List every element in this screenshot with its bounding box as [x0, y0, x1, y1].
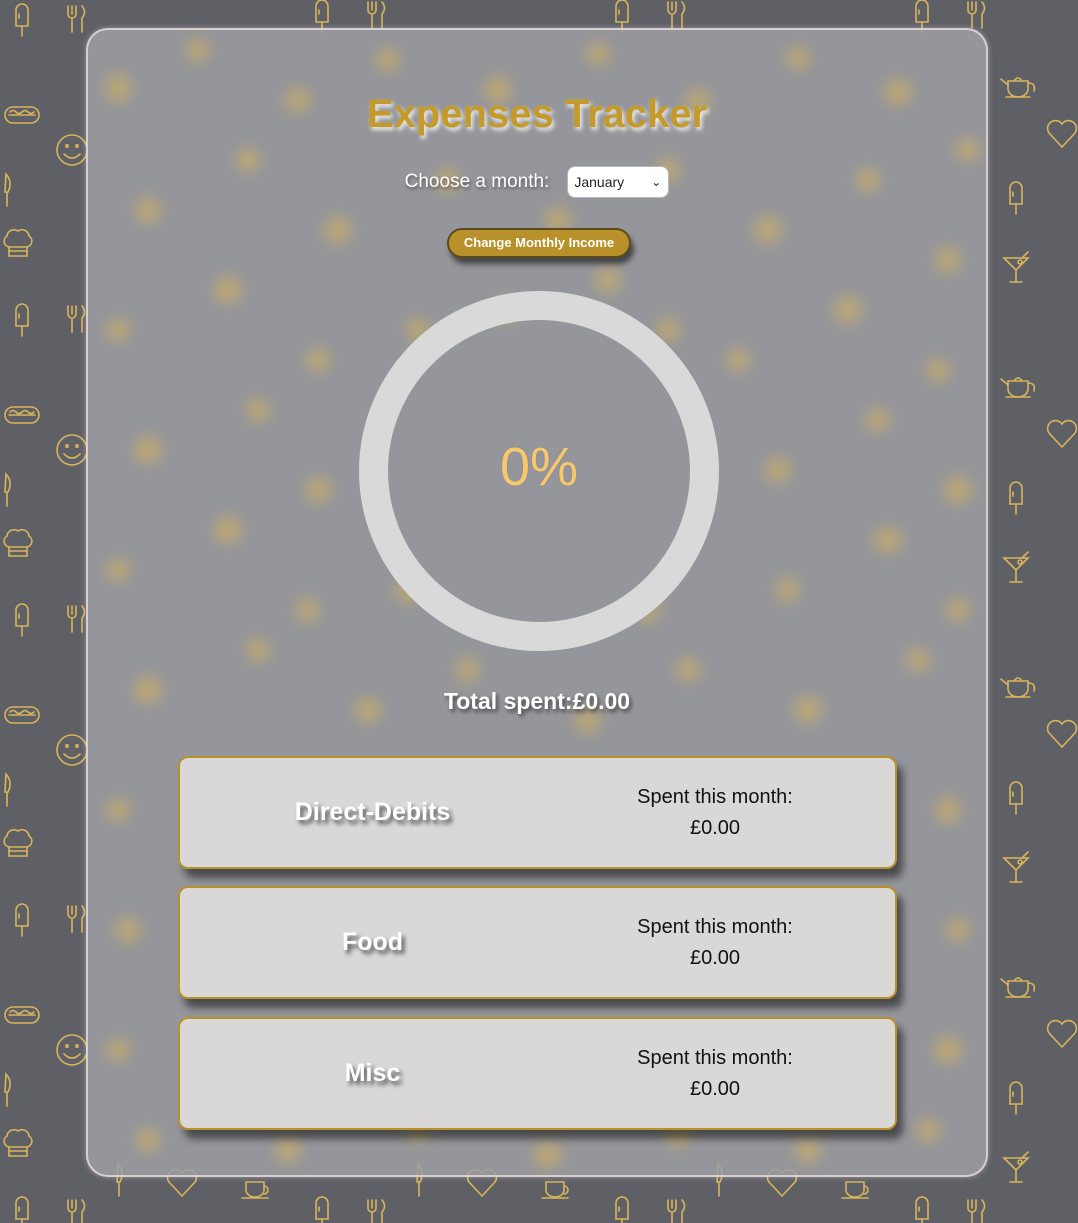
- chevron-down-icon: ⌄: [651, 175, 662, 189]
- change-monthly-income-button[interactable]: Change Monthly Income: [447, 228, 631, 258]
- month-picker-row: Choose a month: January ⌄: [88, 166, 986, 198]
- category-name: Misc: [344, 1059, 401, 1087]
- total-spent: Total spent:£0.00: [443, 688, 631, 714]
- progress-percent: 0%: [499, 437, 579, 497]
- spent-amount: £0.00: [689, 947, 741, 969]
- category-spent: Spent this month: £0.00: [565, 782, 865, 844]
- category-card-food[interactable]: Food Spent this month: £0.00: [178, 886, 897, 999]
- spent-label: Spent this month:: [637, 916, 793, 938]
- category-spent: Spent this month: £0.00: [565, 912, 865, 974]
- month-label: Choose a month:: [404, 171, 550, 192]
- category-card-direct-debits[interactable]: Direct-Debits Spent this month: £0.00: [178, 756, 897, 869]
- category-card-misc[interactable]: Misc Spent this month: £0.00: [178, 1017, 897, 1130]
- category-name: Direct-Debits: [294, 798, 451, 826]
- month-select[interactable]: January ⌄: [567, 166, 670, 198]
- page-title: Expenses Tracker: [366, 92, 708, 136]
- spent-amount: £0.00: [689, 1078, 741, 1100]
- spent-amount: £0.00: [689, 817, 741, 839]
- spent-label: Spent this month:: [637, 1047, 793, 1069]
- spent-label: Spent this month:: [637, 786, 793, 808]
- tracker-panel: Expenses Tracker Choose a month: January ⌄…: [86, 28, 988, 1177]
- month-select-value: January: [574, 174, 625, 190]
- category-name: Food: [341, 928, 404, 956]
- category-spent: Spent this month: £0.00: [565, 1043, 865, 1105]
